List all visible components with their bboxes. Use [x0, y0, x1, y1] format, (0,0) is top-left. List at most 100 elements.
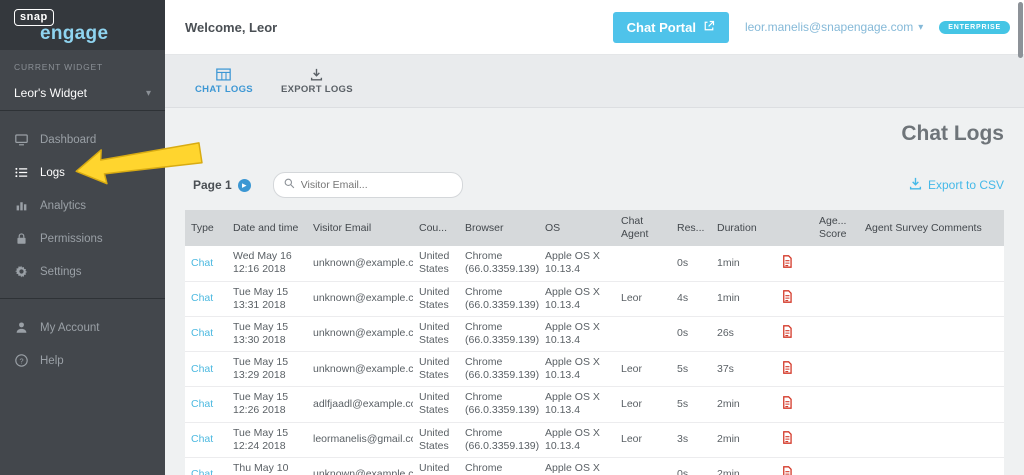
- column-header: Date and time: [227, 210, 307, 246]
- table-row: ChatTue May 15 13:30 2018unknown@example…: [185, 316, 1004, 351]
- chat-type-link[interactable]: Chat: [191, 292, 213, 304]
- cell-agent: Leor: [615, 281, 671, 316]
- cell-os: Apple OS X 10.13.4: [539, 281, 615, 316]
- cell-response: 0s: [671, 457, 711, 475]
- sidebar-item-label: Dashboard: [40, 134, 96, 146]
- widget-selector[interactable]: Leor's Widget ▾: [0, 78, 165, 111]
- sidebar-item-label: Logs: [40, 167, 65, 179]
- cell-agent: [615, 457, 671, 475]
- sidebar-footer-nav: My Account?Help: [0, 311, 165, 377]
- cell-survey-comments: [859, 316, 1004, 351]
- cell-agent-score: [813, 352, 859, 387]
- cell-browser: Chrome (66.0.3359.139): [459, 457, 539, 475]
- chat-logs-table: TypeDate and timeVisitor EmailCou...Brow…: [185, 210, 1004, 475]
- cell-browser: Chrome (66.0.3359.139): [459, 281, 539, 316]
- gear-icon: [14, 265, 28, 278]
- cell-survey-comments: [859, 281, 1004, 316]
- sidebar-item-settings[interactable]: Settings: [0, 255, 165, 288]
- sidebar-nav: Dashboard Logs AnalyticsPermissions Setting…: [0, 123, 165, 288]
- transcript-icon[interactable]: [781, 255, 793, 268]
- transcript-icon[interactable]: [781, 396, 793, 409]
- cell-survey-comments: [859, 422, 1004, 457]
- sidebar-item-dashboard[interactable]: Dashboard: [0, 123, 165, 156]
- download-icon: [310, 68, 323, 81]
- cell-agent-score: [813, 457, 859, 475]
- column-header: Age... Score: [813, 210, 859, 246]
- scrollbar-thumb[interactable]: [1018, 2, 1023, 58]
- column-header: Type: [185, 210, 227, 246]
- page-title: Chat Logs: [185, 122, 1004, 146]
- download-icon: [909, 177, 922, 193]
- tab-chat-logs[interactable]: CHAT LOGS: [185, 62, 263, 101]
- tab-export-logs[interactable]: EXPORT LOGS: [271, 62, 363, 101]
- cell-visitor-email: leormanelis@gmail.co...: [307, 422, 413, 457]
- cell-country: United States: [413, 352, 459, 387]
- chat-type-link[interactable]: Chat: [191, 257, 213, 269]
- cell-visitor-email: unknown@example.c...: [307, 281, 413, 316]
- cell-country: United States: [413, 387, 459, 422]
- sidebar-item-label: Settings: [40, 266, 82, 278]
- cell-response: 0s: [671, 316, 711, 351]
- table-row: ChatTue May 15 12:26 2018adlfjaadl@examp…: [185, 387, 1004, 422]
- cell-agent: [615, 246, 671, 281]
- cell-visitor-email: unknown@example.c...: [307, 316, 413, 351]
- cell-visitor-email: unknown@example.c...: [307, 457, 413, 475]
- sidebar-item-analytics[interactable]: Analytics: [0, 189, 165, 222]
- cell-response: 3s: [671, 422, 711, 457]
- column-header: Agent Survey Comments: [859, 210, 1004, 246]
- next-page-icon[interactable]: ▸: [238, 179, 251, 192]
- cell-survey-comments: [859, 246, 1004, 281]
- chat-type-link[interactable]: Chat: [191, 468, 213, 475]
- cell-duration: 26s: [711, 316, 775, 351]
- cell-browser: Chrome (66.0.3359.139): [459, 246, 539, 281]
- table-controls: Page 1 ▸ Export to CSV: [185, 172, 1004, 198]
- transcript-icon[interactable]: [781, 290, 793, 303]
- column-header: Duration: [711, 210, 775, 246]
- cell-response: 5s: [671, 387, 711, 422]
- chat-type-link[interactable]: Chat: [191, 363, 213, 375]
- sidebar-item-permissions[interactable]: Permissions: [0, 222, 165, 255]
- visitor-email-search[interactable]: [273, 172, 463, 198]
- account-menu[interactable]: leor.manelis@snapengage.com ▾: [745, 20, 923, 34]
- column-header: Visitor Email: [307, 210, 413, 246]
- logs-toolbar: CHAT LOGS EXPORT LOGS: [165, 55, 1024, 108]
- logo-engage-text: engage: [40, 23, 165, 45]
- cell-visitor-email: unknown@example.c...: [307, 246, 413, 281]
- cell-agent-score: [813, 246, 859, 281]
- transcript-icon[interactable]: [781, 325, 793, 338]
- tab-label: EXPORT LOGS: [281, 84, 353, 95]
- transcript-icon[interactable]: [781, 466, 793, 475]
- cell-browser: Chrome (66.0.3359.139): [459, 316, 539, 351]
- cell-date: Tue May 15 13:29 2018: [227, 352, 307, 387]
- chat-type-link[interactable]: Chat: [191, 433, 213, 445]
- cell-country: United States: [413, 316, 459, 351]
- snapengage-logo: snap engage: [0, 0, 165, 50]
- transcript-icon[interactable]: [781, 361, 793, 374]
- cell-agent-score: [813, 422, 859, 457]
- sidebar: snap engage CURRENT WIDGET Leor's Widget…: [0, 0, 165, 475]
- chat-portal-button[interactable]: Chat Portal: [613, 12, 729, 43]
- sidebar-item-help[interactable]: ?Help: [0, 344, 165, 377]
- cell-duration: 1min: [711, 246, 775, 281]
- chat-type-link[interactable]: Chat: [191, 398, 213, 410]
- cell-visitor-email: unknown@example.c...: [307, 352, 413, 387]
- cell-agent: [615, 316, 671, 351]
- logs-icon: [14, 166, 28, 179]
- sidebar-item-my-account[interactable]: My Account: [0, 311, 165, 344]
- chevron-down-icon: ▾: [918, 22, 923, 33]
- cell-duration: 37s: [711, 352, 775, 387]
- chat-type-link[interactable]: Chat: [191, 327, 213, 339]
- export-csv-link[interactable]: Export to CSV: [909, 177, 1004, 193]
- transcript-icon[interactable]: [781, 431, 793, 444]
- cell-date: Wed May 16 12:16 2018: [227, 246, 307, 281]
- cell-os: Apple OS X 10.13.4: [539, 422, 615, 457]
- column-header: Chat Agent: [615, 210, 671, 246]
- table-row: ChatThu May 10 08:52 2018unknown@example…: [185, 457, 1004, 475]
- analytics-icon: [14, 199, 28, 212]
- sidebar-item-logs[interactable]: Logs: [0, 156, 165, 189]
- cell-duration: 1min: [711, 281, 775, 316]
- search-input[interactable]: [301, 179, 451, 191]
- user-icon: [14, 321, 28, 334]
- cell-survey-comments: [859, 352, 1004, 387]
- cell-survey-comments: [859, 457, 1004, 475]
